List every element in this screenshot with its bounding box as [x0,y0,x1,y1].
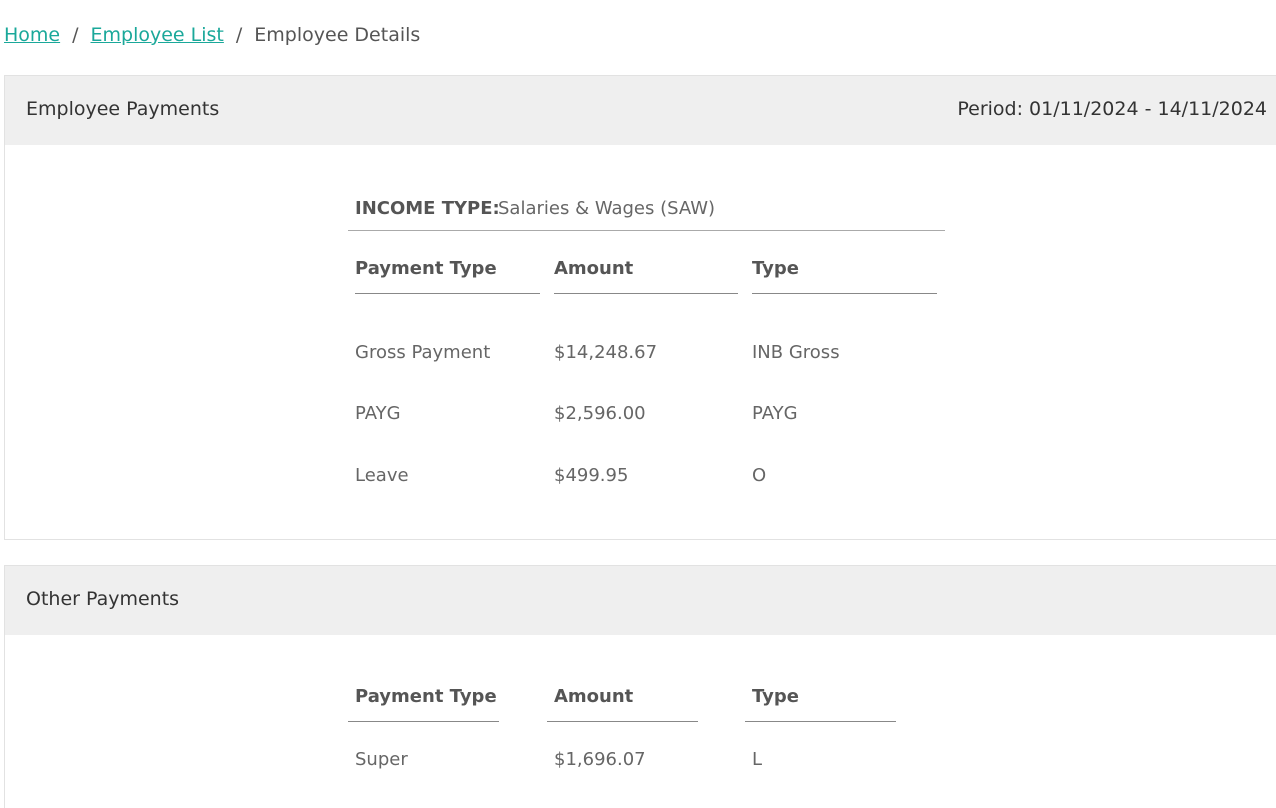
amount-cell: $1,696.07 [554,749,646,770]
payment-type-cell: Super [355,749,408,770]
income-type-row: INCOME TYPE: Salaries & Wages (SAW) [348,196,945,231]
other-payments-header: Other Payments [5,566,1276,635]
breadcrumb-separator: / [72,24,79,46]
breadcrumb-separator: / [235,24,243,46]
amount-cell: $14,248.67 [554,342,658,363]
column-header-type: Type [752,258,937,294]
employee-payments-panel: Employee Payments Period: 01/11/2024 - 1… [4,75,1276,540]
other-payments-panel: Other Payments Payment Type Amount Type … [4,565,1276,808]
type-cell: INB Gross [752,342,840,363]
employee-payments-title: Employee Payments [26,98,220,120]
amount-cell: $499.95 [554,465,629,486]
payment-type-cell: Gross Payment [355,342,491,363]
column-header-payment-type: Payment Type [348,686,499,722]
breadcrumb: Home / Employee List / Employee Details [4,24,420,46]
other-payments-title: Other Payments [26,588,180,610]
breadcrumb-current: Employee Details [254,24,421,46]
payment-type-cell: Leave [355,465,409,486]
type-cell: PAYG [752,403,798,424]
employee-payments-header: Employee Payments Period: 01/11/2024 - 1… [5,76,1276,145]
income-type-label: INCOME TYPE: [355,198,500,219]
breadcrumb-employee-list-link[interactable]: Employee List [91,24,224,46]
column-header-amount: Amount [547,686,698,722]
column-header-payment-type: Payment Type [355,258,540,294]
column-header-amount: Amount [554,258,738,294]
column-header-type: Type [745,686,896,722]
amount-cell: $2,596.00 [554,403,646,424]
type-cell: O [752,465,767,486]
breadcrumb-home-link[interactable]: Home [4,24,60,46]
period-range: Period: 01/11/2024 - 14/11/2024 [957,98,1267,120]
income-type-value: Salaries & Wages (SAW) [498,198,716,219]
payment-type-cell: PAYG [355,403,401,424]
type-cell: L [752,749,763,770]
